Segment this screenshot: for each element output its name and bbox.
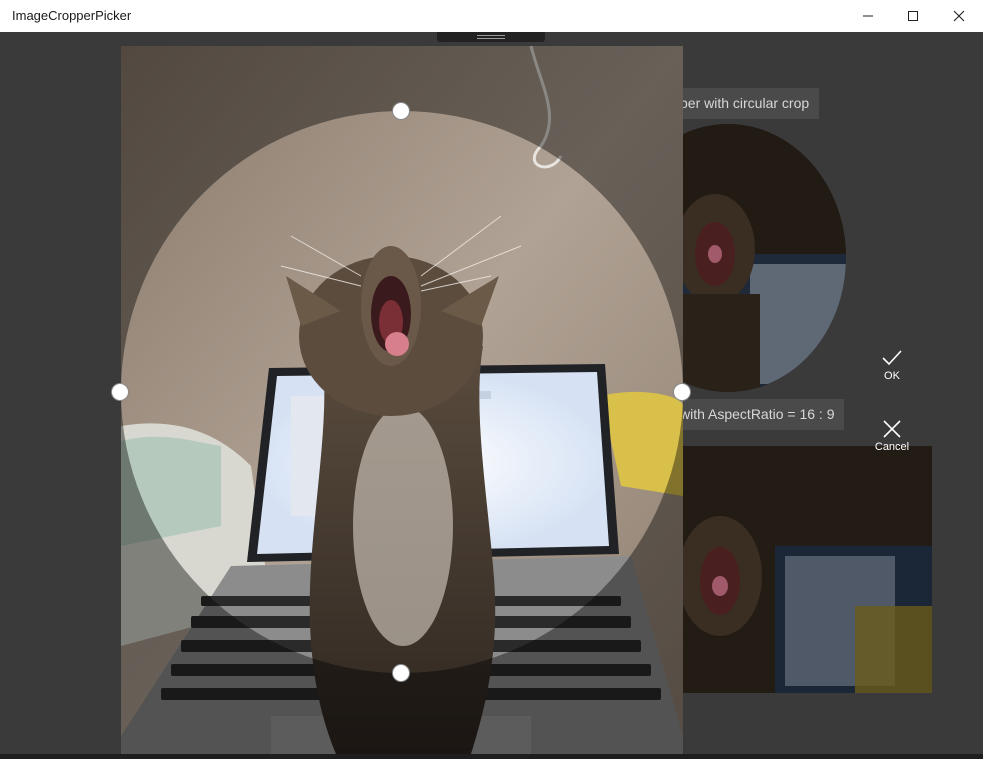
ok-label: OK	[884, 370, 900, 382]
checkmark-icon	[882, 350, 902, 366]
crop-handle-bottom[interactable]	[392, 664, 410, 682]
cat-photo	[121, 46, 683, 754]
grip-line	[477, 35, 505, 36]
aspect-ratio-label: with AspectRatio = 16 : 9	[670, 399, 845, 430]
minimize-icon	[863, 15, 873, 17]
cropper-canvas[interactable]	[121, 46, 683, 754]
close-button[interactable]	[936, 0, 982, 32]
crop-handle-right[interactable]	[673, 383, 691, 401]
title-bar: ImageCropperPicker	[0, 0, 983, 33]
close-icon	[953, 10, 965, 22]
crop-handle-top[interactable]	[392, 102, 410, 120]
crop-handle-left[interactable]	[111, 383, 129, 401]
cancel-button[interactable]: Cancel	[862, 418, 922, 453]
grip-line	[477, 38, 505, 39]
minimize-button[interactable]	[845, 0, 891, 32]
window-title: ImageCropperPicker	[12, 8, 132, 23]
bottom-edge	[0, 754, 983, 759]
aspect-ratio-preview	[665, 446, 932, 693]
drag-handle[interactable]	[437, 32, 545, 42]
maximize-button[interactable]	[890, 0, 936, 32]
close-icon	[883, 420, 901, 438]
cancel-label: Cancel	[874, 441, 910, 453]
circular-crop-label: per with circular crop	[670, 88, 820, 119]
ok-button[interactable]: OK	[862, 347, 922, 382]
maximize-icon	[908, 11, 918, 21]
